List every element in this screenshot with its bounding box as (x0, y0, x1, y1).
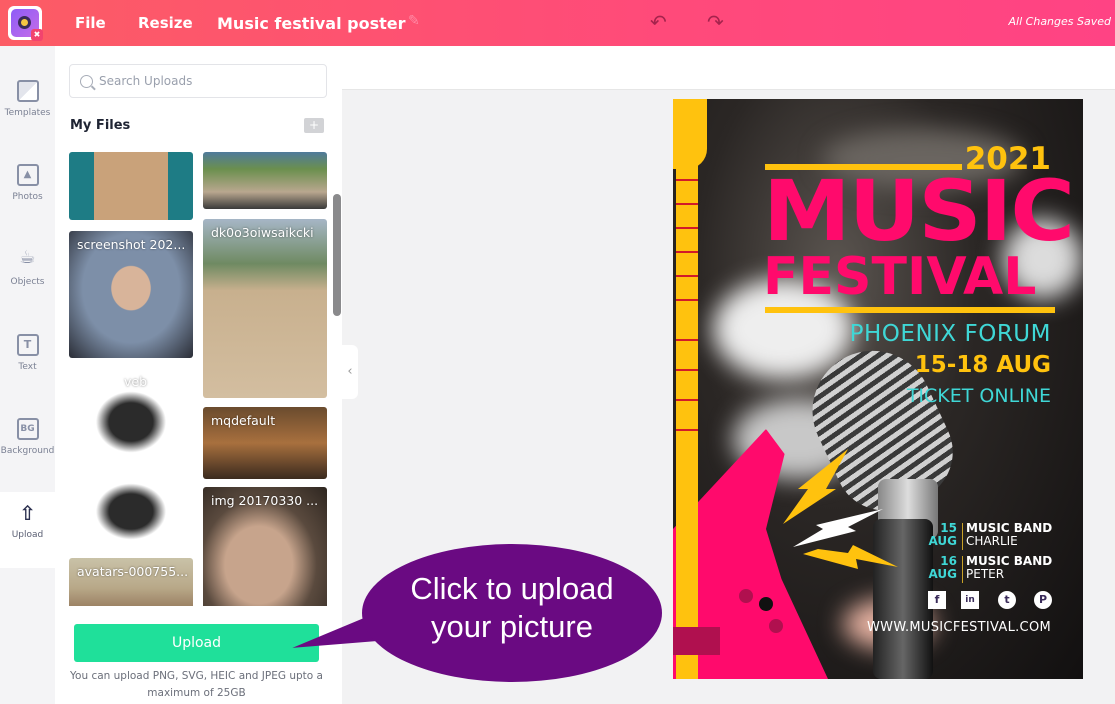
sidebar-item-label: Background (0, 446, 55, 456)
callout-line: Click to upload (410, 571, 614, 606)
search-placeholder: Search Uploads (99, 74, 193, 88)
band-day: 16 (940, 554, 957, 568)
guitar-fret (676, 369, 698, 371)
background-icon: BG (16, 418, 39, 440)
poster-url[interactable]: WWW.MUSICFESTIVAL.COM (867, 620, 1051, 635)
text-icon: T (16, 334, 39, 356)
sidebar-item-objects[interactable]: ☕ Objects (0, 249, 55, 333)
upload-icon: ⇧ (19, 501, 36, 525)
collapse-panel-button[interactable]: ‹ (342, 345, 358, 399)
sidebar-item-photos[interactable]: ▲ Photos (0, 164, 55, 248)
sidebar-item-label: Photos (12, 192, 43, 202)
linkedin-icon: in (961, 591, 979, 609)
file-thumbnail[interactable] (69, 152, 193, 220)
search-input[interactable]: Search Uploads (69, 64, 327, 98)
templates-icon (16, 80, 39, 102)
guitar-knob (769, 619, 783, 633)
guitar-fret (676, 429, 698, 431)
file-thumbnail[interactable]: mqdefault (203, 407, 327, 479)
sidebar-item-background[interactable]: BG Background (0, 418, 55, 502)
pinterest-icon: P (1034, 591, 1052, 609)
new-folder-icon[interactable]: + (304, 118, 324, 133)
file-grid: screenshot 202... dk0o3oiwsaikcki veb mq… (69, 152, 329, 606)
redo-icon[interactable]: ↷ (707, 10, 724, 34)
twitter-icon: t (998, 591, 1016, 609)
file-thumbnail[interactable]: img 20170330 ... (203, 487, 327, 606)
band-name: PETER (966, 567, 1005, 581)
app-logo-icon[interactable]: ✖ (8, 6, 43, 41)
guitar-bridge (673, 627, 720, 655)
sidebar-item-label: Objects (10, 277, 45, 287)
guitar-fret (676, 275, 698, 277)
file-thumbnail[interactable]: avatars-000755... (69, 558, 193, 606)
poster-dates[interactable]: 15-18 AUG (915, 352, 1051, 378)
lightning-bolt (783, 449, 848, 524)
guitar-fret (676, 299, 698, 301)
resize-menu[interactable]: Resize (138, 14, 193, 32)
band-day: 15 (940, 521, 957, 535)
separator (962, 523, 963, 550)
lightning-bolts (783, 449, 898, 569)
upload-note: You can upload PNG, SVG, HEIC and JPEG u… (70, 670, 323, 699)
lightning-bolt (793, 509, 883, 547)
callout-line: your picture (431, 609, 593, 644)
band-month: AUG (928, 534, 957, 548)
guitar-fret (676, 399, 698, 401)
poster-canvas[interactable]: 2021 MUSIC FESTIVAL PHOENIX FORUM 15-18 … (673, 99, 1083, 679)
document-title[interactable]: Music festival poster (217, 14, 405, 33)
sidebar-item-label: Text (18, 362, 37, 372)
file-menu[interactable]: File (75, 14, 106, 32)
file-thumbnail[interactable] (203, 152, 327, 209)
upload-button[interactable]: Upload (74, 624, 319, 662)
band-entry[interactable]: 16 AUG MUSIC BAND PETER (925, 555, 1075, 585)
poster-ticket[interactable]: TICKET ONLINE (907, 385, 1051, 407)
canvas-toolbar (342, 46, 1115, 90)
facebook-icon: f (928, 591, 946, 609)
sidebar-item-text[interactable]: T Text (0, 334, 55, 418)
file-thumbnail[interactable]: dk0o3oiwsaikcki (203, 219, 327, 398)
lightning-bolt (803, 545, 898, 569)
band-month: AUG (928, 567, 957, 581)
poster-title-music[interactable]: MUSIC (763, 169, 1075, 253)
sidebar-item-label: Upload (11, 530, 44, 540)
save-status: All Changes Saved (1008, 15, 1111, 28)
sidebar-item-upload[interactable]: ⇧ Upload (0, 492, 55, 568)
decor-line (765, 307, 1055, 313)
undo-icon[interactable]: ↶ (650, 10, 667, 34)
guitar-knob (739, 589, 753, 603)
pencil-icon[interactable]: ✎ (408, 13, 420, 29)
scrollbar[interactable] (333, 194, 341, 316)
uploads-panel: Search Uploads My Files + screenshot 202… (55, 46, 342, 704)
file-thumbnail[interactable]: screenshot 202... (69, 231, 193, 358)
callout-text: Click to upload your picture (362, 570, 662, 646)
guitar-head (673, 99, 707, 169)
poster-title-festival[interactable]: FESTIVAL (763, 249, 1036, 305)
file-thumbnail[interactable] (69, 462, 193, 552)
guitar-knob (759, 597, 773, 611)
guitar-fret (676, 203, 698, 205)
cup-icon: ☕ (19, 247, 36, 268)
guitar-fret (676, 339, 698, 341)
band-entry[interactable]: 15 AUG MUSIC BAND CHARLIE (925, 522, 1075, 552)
photo-icon: ▲ (16, 164, 39, 186)
guitar-fret (676, 251, 698, 253)
sidebar-item-label: Templates (4, 108, 51, 118)
separator (962, 556, 963, 583)
guitar-fret (676, 179, 698, 181)
search-icon (80, 74, 93, 88)
guitar-neck (676, 99, 698, 679)
file-thumbnail[interactable]: veb (69, 368, 193, 458)
left-sidebar: Templates ▲ Photos ☕ Objects T Text BG B… (0, 46, 55, 704)
band-name: CHARLIE (966, 534, 1018, 548)
section-title: My Files (70, 118, 131, 133)
poster-venue[interactable]: PHOENIX FORUM (850, 321, 1051, 347)
guitar-fret (676, 227, 698, 229)
sidebar-item-templates[interactable]: Templates (0, 80, 55, 164)
top-bar: ✖ File Resize Music festival poster ✎ ↶ … (0, 0, 1115, 46)
